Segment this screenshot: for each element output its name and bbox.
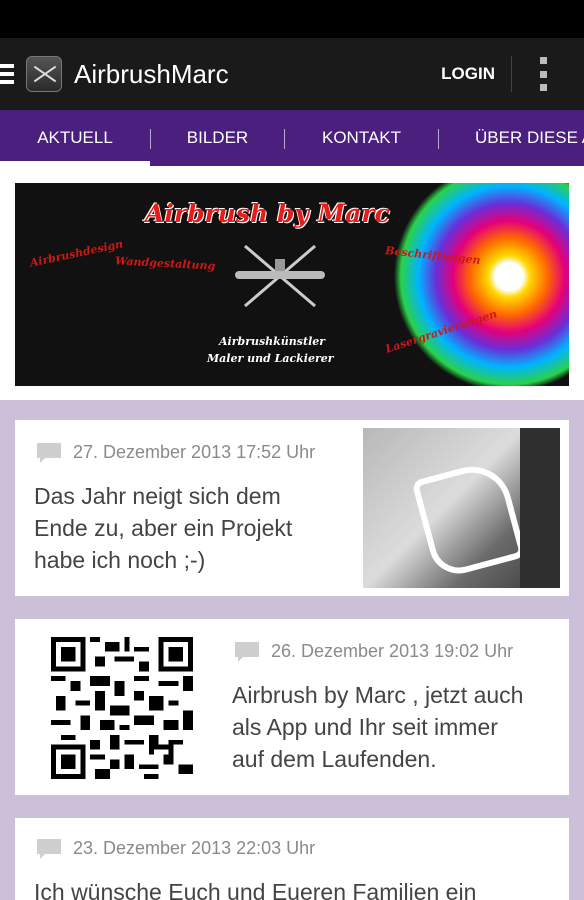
qr-code-image[interactable] xyxy=(51,637,193,779)
post-text-line: Ich wünsche Euch und Eueren Familien ein xyxy=(34,879,477,900)
paint-splash xyxy=(389,183,569,386)
banner-subtitle: Airbrushkünstler xyxy=(219,335,326,348)
overflow-menu-icon[interactable] xyxy=(540,57,548,91)
post-meta: 27. Dezember 2013 17:52 Uhr xyxy=(37,442,315,463)
tab-bilder[interactable]: BILDER xyxy=(151,110,284,166)
tab-ueber-diese-app[interactable]: ÜBER DIESE A xyxy=(475,110,584,166)
post-card[interactable]: 27. Dezember 2013 17:52 Uhr Das Jahr nei… xyxy=(15,420,569,596)
post-text-line: Ende zu, aber ein Projekt xyxy=(34,515,293,541)
post-thumbnail[interactable] xyxy=(363,428,560,588)
action-bar-divider xyxy=(511,56,512,92)
post-card[interactable]: 26. Dezember 2013 19:02 Uhr Airbrush by … xyxy=(15,619,569,795)
banner-subtitle: Maler und Lackierer xyxy=(207,352,334,365)
comment-icon xyxy=(37,442,61,463)
comment-icon xyxy=(37,838,61,859)
banner-image[interactable]: Airbrush by Marc Airbrushdesign Wandgest… xyxy=(15,183,569,386)
login-button[interactable]: LOGIN xyxy=(441,64,495,84)
airbrush-app-icon[interactable] xyxy=(26,56,62,92)
action-bar: AirbrushMarc LOGIN xyxy=(0,38,584,110)
post-text: Ich wünsche Euch und Eueren Familien ein xyxy=(34,876,564,900)
airbrush-icon xyxy=(235,244,325,308)
banner-tag: Airbrushdesign xyxy=(28,237,125,270)
post-date: 23. Dezember 2013 22:03 Uhr xyxy=(73,838,316,858)
banner-title: Airbrush by Marc xyxy=(145,199,390,228)
tab-bar: AKTUELL BILDER KONTAKT ÜBER DIESE A xyxy=(0,110,584,166)
post-date: 27. Dezember 2013 17:52 Uhr xyxy=(73,442,316,462)
post-card[interactable]: 23. Dezember 2013 22:03 Uhr Ich wünsche … xyxy=(15,818,569,900)
tab-divider xyxy=(438,129,439,149)
app-title: AirbrushMarc xyxy=(74,58,229,89)
post-text: Das Jahr neigt sich dem Ende zu, aber ei… xyxy=(34,480,354,576)
post-text-line: habe ich noch ;-) xyxy=(34,547,206,573)
post-meta: 23. Dezember 2013 22:03 Uhr xyxy=(37,838,315,859)
post-date: 26. Dezember 2013 19:02 Uhr xyxy=(271,641,514,661)
status-bar xyxy=(0,0,584,38)
post-meta: 26. Dezember 2013 19:02 Uhr xyxy=(235,641,513,662)
banner-area: Airbrush by Marc Airbrushdesign Wandgest… xyxy=(0,166,584,400)
comment-icon xyxy=(235,641,259,662)
post-text-line: als App und Ihr seit immer xyxy=(232,714,498,740)
banner-tag: Wandgestaltung xyxy=(114,254,216,273)
post-text: Airbrush by Marc , jetzt auch als App un… xyxy=(232,679,562,775)
tab-aktuell[interactable]: AKTUELL xyxy=(0,110,150,166)
post-text-line: Airbrush by Marc , jetzt auch xyxy=(232,682,524,708)
tab-kontakt[interactable]: KONTAKT xyxy=(285,110,438,166)
post-text-line: auf dem Laufenden. xyxy=(232,746,437,772)
menu-icon[interactable] xyxy=(0,61,16,87)
post-text-line: Das Jahr neigt sich dem xyxy=(34,483,281,509)
